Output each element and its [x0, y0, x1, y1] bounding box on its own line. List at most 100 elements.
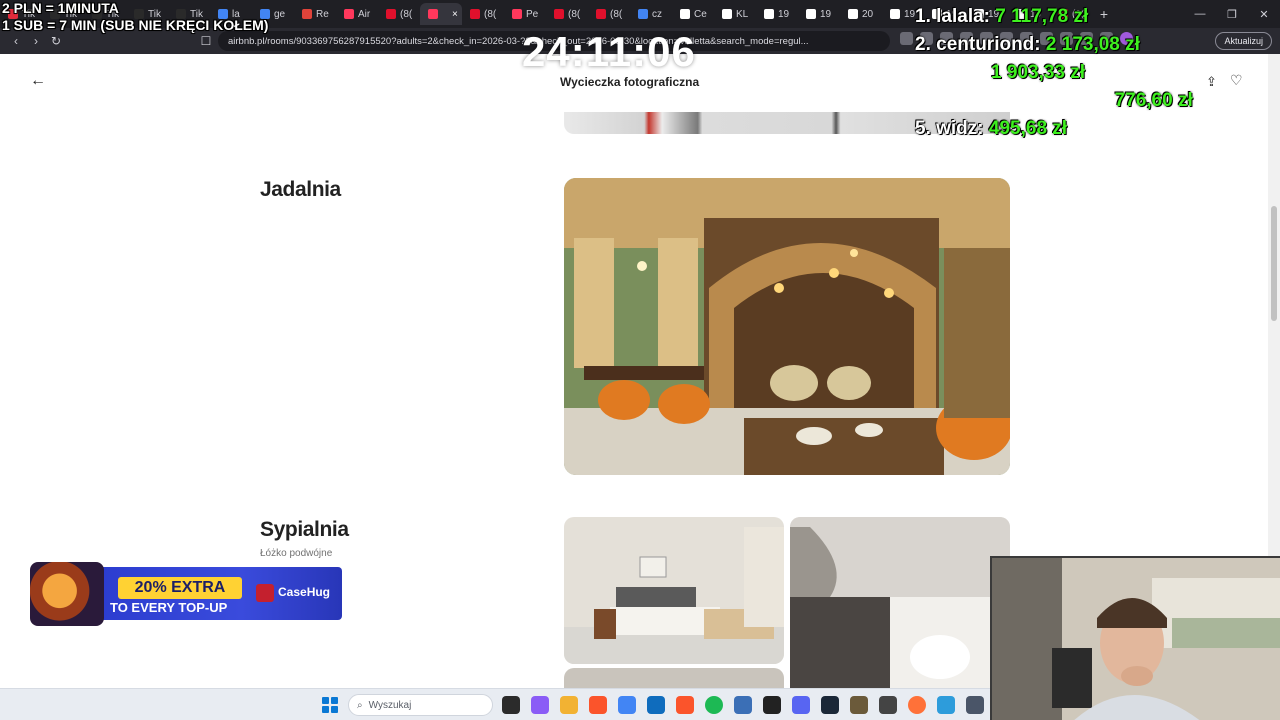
browser-tab[interactable]: Pe — [504, 3, 546, 25]
browser-tab[interactable]: 20 — [840, 3, 882, 25]
tab-close-icon[interactable]: × — [452, 9, 458, 20]
close-window-button[interactable]: ✕ — [1248, 0, 1280, 28]
taskbar-search-placeholder: Wyszukaj — [368, 699, 412, 711]
heart-icon[interactable]: ♡ — [1230, 72, 1243, 89]
taskbar-search[interactable]: ⌕ Wyszukaj — [348, 694, 493, 716]
browser-tab[interactable]: cz — [630, 3, 672, 25]
browser-tab[interactable]: Air — [336, 3, 378, 25]
leaderboard-row: 1. lalala: 7 117,78 zł — [915, 6, 1193, 34]
tab-favicon-icon — [512, 9, 522, 19]
leaderboard-amount: 2 173,08 zł — [1045, 34, 1140, 55]
tab-favicon-icon — [680, 9, 690, 19]
steam-icon[interactable] — [821, 696, 839, 714]
browser-tab[interactable]: (8( — [378, 3, 420, 25]
promo-line: TO EVERY TOP-UP — [110, 600, 228, 615]
leaderboard-row: 5. widz: 495,68 zł — [915, 118, 1193, 146]
spotify-icon[interactable] — [705, 696, 723, 714]
app-icon[interactable] — [850, 696, 868, 714]
maximize-button[interactable]: ❐ — [1216, 0, 1248, 28]
leaderboard-amount: 1 903,33 zł — [991, 62, 1086, 83]
app-icon[interactable] — [937, 696, 955, 714]
browser-tab[interactable]: KL — [714, 3, 756, 25]
file-explorer-icon[interactable] — [560, 696, 578, 714]
tab-label: (8( — [400, 8, 413, 20]
leaderboard-row: 3. alpik: 1 903,33 zł — [915, 62, 1193, 90]
notepad-icon[interactable] — [734, 696, 752, 714]
brave-active-icon[interactable] — [676, 696, 694, 714]
tab-favicon-icon — [764, 9, 774, 19]
stream-timer: 24:11:06 — [522, 28, 696, 75]
task-view-icon[interactable] — [502, 696, 520, 714]
nav-forward-icon[interactable]: › — [26, 34, 46, 48]
browser-tab[interactable]: Re — [294, 3, 336, 25]
tab-label: cz — [652, 8, 662, 20]
section-title-bedroom: Sypialnia — [260, 518, 349, 541]
tab-label: (8( — [568, 8, 581, 20]
tab-favicon-icon — [722, 9, 732, 19]
extension-icon[interactable] — [900, 32, 913, 45]
promo-headline: 20% EXTRA — [118, 577, 242, 599]
tab-favicon-icon — [470, 9, 480, 19]
photo-bedroom-3[interactable] — [564, 668, 784, 688]
leaderboard-amount: 776,60 zł — [1114, 90, 1193, 111]
leaderboard-amount: 7 117,78 zł — [995, 6, 1089, 27]
donation-leaderboard: 1. lalala: 7 117,78 zł 2. centuriond: 2 … — [915, 6, 1193, 146]
tab-label: 19 — [778, 8, 790, 20]
tab-favicon-icon — [344, 9, 354, 19]
tab-label: 19 — [820, 8, 832, 20]
browser-tab[interactable]: (8( — [462, 3, 504, 25]
browser-tab[interactable]: (8( — [546, 3, 588, 25]
scrollbar-thumb[interactable] — [1271, 206, 1277, 321]
leaderboard-name: 3. alpik: — [915, 62, 986, 83]
tab-label: Ce — [694, 8, 707, 20]
treasure-chest-icon — [30, 562, 104, 626]
photo-bedroom-2[interactable] — [790, 517, 1010, 688]
firefox-icon[interactable] — [908, 696, 926, 714]
tab-favicon-icon — [302, 9, 312, 19]
leaderboard-name: 5. widz: — [915, 118, 984, 139]
tab-label: 20 — [862, 8, 874, 20]
chrome-icon[interactable] — [618, 696, 636, 714]
obs-icon[interactable] — [763, 696, 781, 714]
bedroom-subtitle: Łóżko podwójne — [260, 548, 333, 559]
tab-favicon-icon — [848, 9, 858, 19]
leaderboard-name: 4. Penetrator dziurek: — [915, 90, 1110, 111]
leaderboard-row: 2. centuriond: 2 173,08 zł — [915, 34, 1193, 62]
tab-label: 19 — [904, 8, 916, 20]
page-title: Wycieczka fotograficzna — [560, 75, 700, 89]
share-icon[interactable]: ⇪ — [1206, 74, 1217, 90]
leaderboard-row: 4. Penetrator dziurek: 776,60 zł — [915, 90, 1193, 118]
tab-label: (8( — [484, 8, 497, 20]
stream-rules-overlay: 2 PLN = 1MINUTA 1 SUB = 7 MIN (SUB NIE K… — [2, 0, 269, 33]
leaderboard-name: 2. centuriond: — [915, 34, 1041, 55]
bookmark-icon[interactable]: ☐ — [196, 34, 216, 48]
windows-start-icon[interactable] — [322, 697, 338, 713]
browser-tab[interactable]: Ce — [672, 3, 714, 25]
store-icon[interactable] — [647, 696, 665, 714]
app-icon[interactable] — [879, 696, 897, 714]
browser-tab[interactable]: × — [420, 3, 462, 25]
window-controls: — ❐ ✕ — [1184, 0, 1280, 28]
url-text: airbnb.pl/rooms/903369756287915520?adult… — [228, 35, 809, 47]
discord-icon[interactable] — [792, 696, 810, 714]
bedroom-image-2 — [790, 517, 1010, 688]
calculator-icon[interactable] — [966, 696, 984, 714]
section-title-dining: Jadalnia — [260, 178, 341, 201]
tab-favicon-icon — [554, 9, 564, 19]
brave-icon[interactable] — [589, 696, 607, 714]
nav-back-icon[interactable]: ‹ — [6, 34, 26, 48]
dining-room-image — [564, 178, 1010, 475]
promo-brand-text: CaseHug — [278, 585, 331, 600]
update-button[interactable]: Aktualizuj — [1215, 32, 1272, 50]
browser-tab[interactable]: 19 — [756, 3, 798, 25]
photo-bedroom-1[interactable] — [564, 517, 784, 664]
browser-tab[interactable]: (8( — [588, 3, 630, 25]
reload-icon[interactable]: ↻ — [46, 34, 66, 48]
leaderboard-name: 1. lalala: — [915, 6, 990, 27]
browser-tab[interactable]: 19 — [798, 3, 840, 25]
screen: Tik Tik Tik Tik Tik la ge Re Air (8(× (8(Pe (8((8(c… — [0, 0, 1280, 720]
tab-label: KL — [736, 8, 749, 20]
back-arrow-icon[interactable]: ← — [30, 72, 46, 90]
copilot-icon[interactable] — [531, 696, 549, 714]
photo-dining-room[interactable] — [564, 178, 1010, 475]
